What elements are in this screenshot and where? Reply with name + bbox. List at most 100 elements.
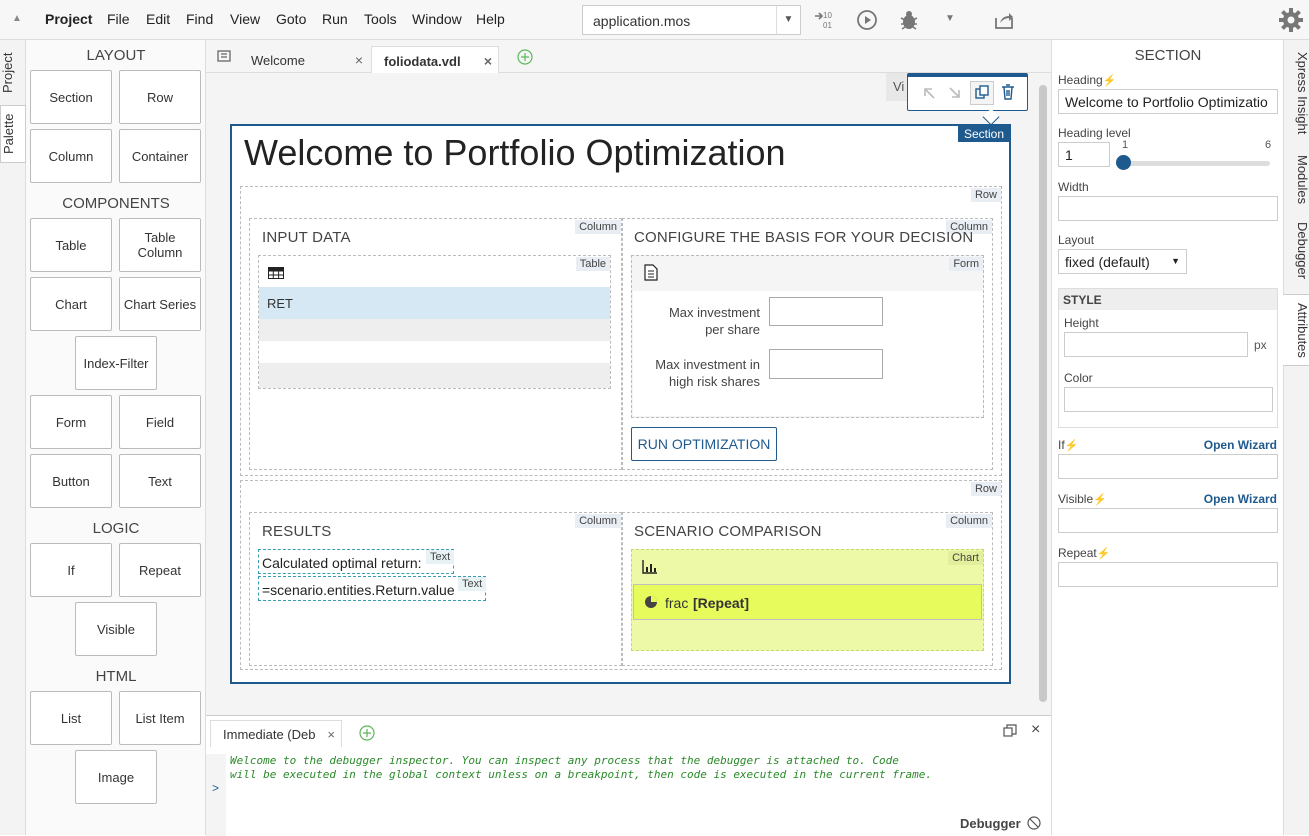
menu-view[interactable]: View bbox=[230, 11, 260, 27]
palette-item-list[interactable]: List bbox=[30, 691, 112, 745]
close-icon[interactable]: × bbox=[484, 53, 492, 69]
menu-help[interactable]: Help bbox=[476, 11, 505, 27]
immediate-input[interactable] bbox=[226, 784, 1051, 836]
heading-level-slider-track[interactable] bbox=[1122, 161, 1270, 166]
tab-foliodata[interactable]: foliodata.vdl × bbox=[371, 46, 499, 73]
section-element[interactable]: Section Welcome to Portfolio Optimizatio… bbox=[230, 124, 1011, 684]
color-input[interactable] bbox=[1064, 387, 1273, 412]
debugger-disabled-icon[interactable] bbox=[1027, 816, 1041, 833]
palette-item-section[interactable]: Section bbox=[30, 70, 112, 124]
menu-find[interactable]: Find bbox=[186, 11, 213, 27]
heading-level-input[interactable]: 1 bbox=[1058, 142, 1110, 167]
palette-item-table-column[interactable]: Table Column bbox=[119, 218, 201, 272]
palette-item-column[interactable]: Column bbox=[30, 129, 112, 183]
slider-max-label: 6 bbox=[1265, 139, 1272, 151]
menu-file[interactable]: File bbox=[107, 11, 130, 27]
maximize-window-icon[interactable] bbox=[1003, 724, 1017, 741]
menu-project[interactable]: Project bbox=[45, 11, 92, 27]
debug-bug-icon[interactable] bbox=[897, 8, 921, 32]
debug-dropdown-icon[interactable]: ▼ bbox=[945, 13, 955, 24]
column-scenario[interactable]: Column SCENARIO COMPARISON Chart frac [R… bbox=[622, 512, 993, 666]
menu-window[interactable]: Window bbox=[412, 11, 462, 27]
palette-heading-html: HTML bbox=[95, 668, 137, 685]
open-wizard-link-if[interactable]: Open Wizard bbox=[1204, 438, 1277, 452]
chevron-down-icon: ▼ bbox=[1171, 256, 1180, 266]
palette-item-repeat[interactable]: Repeat bbox=[119, 543, 201, 597]
field-max-per-share-input[interactable] bbox=[769, 297, 883, 326]
tab-debugger[interactable]: Debugger bbox=[1284, 220, 1309, 282]
field-max-high-risk-input[interactable] bbox=[769, 349, 883, 379]
duplicate-icon[interactable] bbox=[970, 81, 994, 105]
text-element[interactable]: =scenario.entities.Return.value bbox=[258, 576, 486, 601]
palette-item-row[interactable]: Row bbox=[119, 70, 201, 124]
menu-goto[interactable]: Goto bbox=[276, 11, 306, 27]
canvas-scrollbar[interactable] bbox=[1039, 85, 1047, 702]
table-row[interactable]: RET bbox=[259, 287, 610, 319]
repeat-input[interactable] bbox=[1058, 562, 1278, 587]
if-input[interactable] bbox=[1058, 454, 1278, 479]
run-optimization-button[interactable]: RUN OPTIMIZATION bbox=[631, 427, 777, 461]
palette-item-chart-series[interactable]: Chart Series bbox=[119, 277, 201, 331]
palette-item-text[interactable]: Text bbox=[119, 454, 201, 508]
width-input[interactable] bbox=[1058, 196, 1278, 221]
chart-series-repeat[interactable]: frac [Repeat] bbox=[633, 584, 982, 620]
close-icon[interactable]: × bbox=[1031, 721, 1040, 739]
palette-item-field[interactable]: Field bbox=[119, 395, 201, 449]
palette-item-if[interactable]: If bbox=[30, 543, 112, 597]
collapse-up-icon[interactable]: ▲ bbox=[12, 13, 22, 24]
move-up-icon[interactable] bbox=[922, 86, 936, 103]
section-heading[interactable]: Welcome to Portfolio Optimization bbox=[244, 132, 786, 174]
palette-item-visible[interactable]: Visible bbox=[75, 602, 157, 656]
menu-tools[interactable]: Tools bbox=[364, 11, 397, 27]
settings-gear-icon[interactable] bbox=[1278, 7, 1304, 33]
row-tag: Row bbox=[970, 188, 1001, 202]
palette-heading-logic: LOGIC bbox=[92, 520, 140, 537]
open-wizard-link-visible[interactable]: Open Wizard bbox=[1204, 492, 1277, 506]
column-results[interactable]: Column RESULTS Calculated optimal return… bbox=[249, 512, 622, 666]
row-1[interactable]: Row Column INPUT DATA Table RET Column C… bbox=[240, 186, 1002, 476]
heading-level-slider-thumb[interactable] bbox=[1116, 155, 1131, 170]
chart-element[interactable]: Chart frac [Repeat] bbox=[631, 549, 984, 651]
column-configure[interactable]: Column CONFIGURE THE BASIS FOR YOUR DECI… bbox=[622, 218, 993, 470]
add-tab-icon[interactable] bbox=[517, 49, 533, 68]
form-element[interactable]: Form Max investment per share Max invest… bbox=[631, 255, 984, 418]
menu-run[interactable]: Run bbox=[322, 11, 348, 27]
tab-palette[interactable]: Palette bbox=[0, 105, 26, 163]
close-icon[interactable]: × bbox=[355, 52, 363, 68]
menu-edit[interactable]: Edit bbox=[146, 11, 170, 27]
palette-item-form[interactable]: Form bbox=[30, 395, 112, 449]
share-export-icon[interactable] bbox=[992, 8, 1016, 32]
tab-modules[interactable]: Modules bbox=[1284, 152, 1309, 207]
tab-xpress-insight[interactable]: Xpress Insight bbox=[1284, 48, 1309, 138]
column-tag: Column bbox=[575, 514, 621, 528]
column-input-data[interactable]: Column INPUT DATA Table RET bbox=[249, 218, 622, 470]
palette-item-table[interactable]: Table bbox=[30, 218, 112, 272]
tab-project[interactable]: Project bbox=[0, 50, 26, 95]
close-icon[interactable]: × bbox=[327, 727, 335, 742]
palette-item-image[interactable]: Image bbox=[75, 750, 157, 804]
table-element[interactable]: Table RET bbox=[258, 255, 611, 389]
palette-item-index-filter[interactable]: Index-Filter bbox=[75, 336, 157, 390]
palette-item-list-item[interactable]: List Item bbox=[119, 691, 201, 745]
palette-item-button[interactable]: Button bbox=[30, 454, 112, 508]
palette-item-chart[interactable]: Chart bbox=[30, 277, 112, 331]
row-2[interactable]: Row Column RESULTS Calculated optimal re… bbox=[240, 480, 1002, 670]
step-binary-icon[interactable]: 10 01 bbox=[813, 8, 837, 32]
move-down-icon[interactable] bbox=[948, 86, 962, 103]
delete-trash-icon[interactable] bbox=[1000, 83, 1016, 104]
file-list-icon[interactable] bbox=[216, 49, 232, 66]
text-element[interactable]: Calculated optimal return: bbox=[258, 549, 454, 574]
height-input[interactable] bbox=[1064, 332, 1248, 357]
results-text-1: Calculated optimal return: bbox=[262, 555, 422, 571]
visible-input[interactable] bbox=[1058, 508, 1278, 533]
tab-immediate[interactable]: Immediate (Deb × bbox=[210, 720, 342, 747]
tab-attributes[interactable]: Attributes bbox=[1283, 294, 1309, 366]
heading-input[interactable]: Welcome to Portfolio Optimizatio bbox=[1058, 89, 1278, 114]
run-play-icon[interactable] bbox=[855, 8, 879, 32]
results-text-2: =scenario.entities.Return.value bbox=[262, 582, 455, 598]
layout-select[interactable]: fixed (default) ▼ bbox=[1058, 249, 1187, 274]
add-tab-icon[interactable] bbox=[359, 725, 375, 744]
project-file-select[interactable]: application.mos ▼ bbox=[582, 5, 801, 35]
palette-item-container[interactable]: Container bbox=[119, 129, 201, 183]
tab-welcome[interactable]: Welcome × bbox=[239, 46, 369, 73]
